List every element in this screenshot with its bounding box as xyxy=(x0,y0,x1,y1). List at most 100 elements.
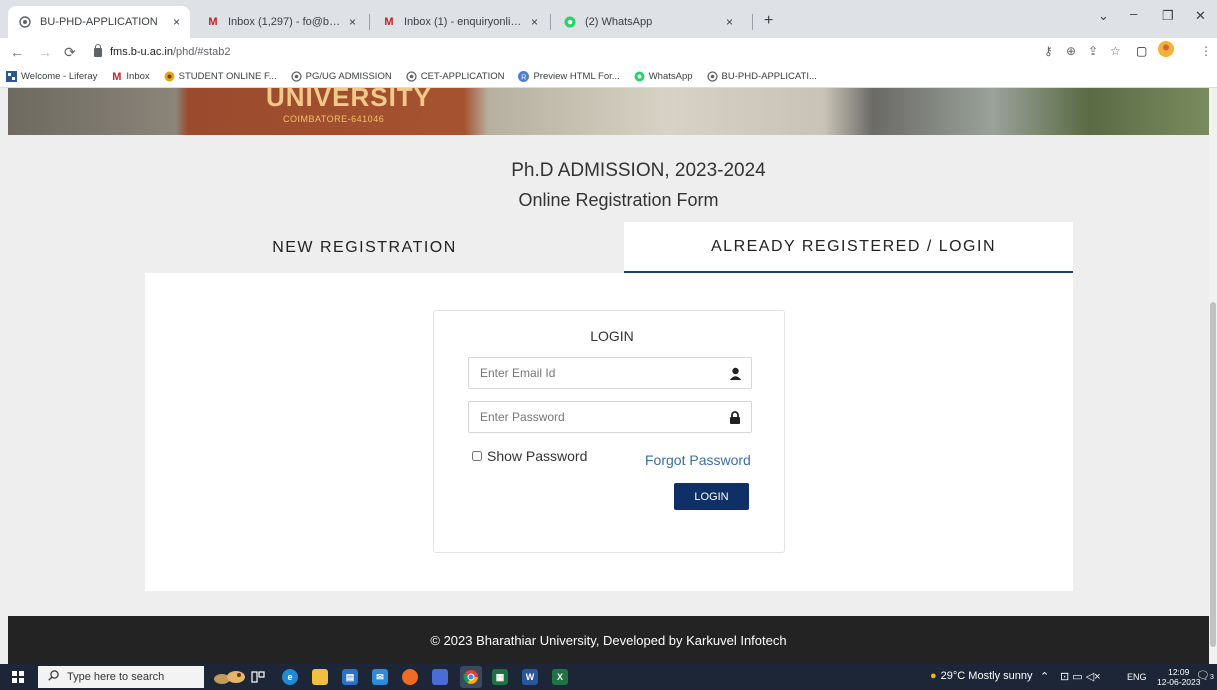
tab-label: Inbox (1,297) - fo@buc.edu.in - E xyxy=(228,16,343,28)
bookmark-label: BU-PHD-APPLICATI... xyxy=(721,71,817,82)
tray-icons[interactable]: ⊡ ▭ ◁× xyxy=(1060,670,1101,683)
url-host: fms.b-u.ac.in xyxy=(110,46,173,58)
browser-tab-whatsapp[interactable]: (2) WhatsApp × xyxy=(553,6,743,38)
bookmark-pg-ug-admission[interactable]: PG/UG ADMISSION xyxy=(291,71,392,82)
forward-arrow-icon[interactable]: → xyxy=(38,44,52,60)
preview-icon: R xyxy=(518,71,530,82)
minimize-window-icon[interactable]: – xyxy=(1130,6,1137,21)
bookmark-welcome-liferay[interactable]: Welcome - Liferay xyxy=(6,71,97,82)
bookmark-label: Preview HTML For... xyxy=(533,71,620,82)
search-highlight-icon[interactable] xyxy=(212,669,246,685)
browser-menu-icon[interactable]: ⋮ xyxy=(1200,44,1212,58)
excel-icon[interactable]: X xyxy=(552,669,568,685)
chrome-globe-icon xyxy=(18,15,32,29)
store-icon[interactable]: ▤ xyxy=(342,669,358,685)
page-heading: Ph.D ADMISSION, 2023-2024 Online Registr… xyxy=(0,160,1217,211)
banner-city-text: COIMBATORE-641046 xyxy=(283,114,385,124)
language-indicator[interactable]: ENG xyxy=(1127,672,1147,682)
word-icon[interactable]: W xyxy=(522,669,538,685)
calculator-icon[interactable]: ▦ xyxy=(492,669,508,685)
side-panel-icon[interactable]: ▢ xyxy=(1136,44,1147,58)
notifications-icon[interactable]: 🗨3 xyxy=(1196,669,1214,682)
edge-browser-icon[interactable]: e xyxy=(282,669,298,685)
windows-start-icon[interactable] xyxy=(12,671,24,683)
tab-divider xyxy=(752,14,753,30)
browser-tab-bu-phd[interactable]: BU-PHD-APPLICATION × xyxy=(8,6,190,38)
password-input[interactable] xyxy=(469,402,723,432)
footer-copyright: © 2023 Bharathiar University, Developed … xyxy=(430,632,787,648)
address-bar[interactable]: fms.b-u.ac.in/phd/#stab2 xyxy=(94,41,1034,63)
bookmarks-bar: Welcome - Liferay M Inbox STUDENT ONLINE… xyxy=(0,66,1217,88)
bookmark-inbox[interactable]: M Inbox xyxy=(111,71,150,83)
bookmark-label: PG/UG ADMISSION xyxy=(305,71,392,82)
share-icon[interactable]: ⇪ xyxy=(1088,44,1098,58)
zoom-icon[interactable]: ⊕ xyxy=(1066,44,1076,58)
chrome-globe-icon xyxy=(406,71,417,82)
notification-bubble-icon: 🗨 xyxy=(1196,670,1210,682)
back-arrow-icon[interactable]: ← xyxy=(10,44,24,60)
password-key-icon[interactable]: ⚷ xyxy=(1044,44,1053,58)
tab-search-chevron-icon[interactable]: ⌄ xyxy=(1098,8,1109,24)
forgot-password-link[interactable]: Forgot Password xyxy=(645,452,751,468)
new-tab-button[interactable]: + xyxy=(764,12,773,30)
mail-icon[interactable]: ✉ xyxy=(372,669,388,685)
restore-window-icon[interactable]: ❐ xyxy=(1162,8,1174,24)
browser-tab-strip: BU-PHD-APPLICATION × M Inbox (1,297) - f… xyxy=(0,0,1217,38)
tab-new-registration[interactable]: NEW REGISTRATION xyxy=(145,222,624,273)
reload-icon[interactable]: ⟳ xyxy=(64,44,76,61)
file-explorer-icon[interactable] xyxy=(312,669,328,685)
svg-text:R: R xyxy=(522,74,527,81)
registration-tabs: NEW REGISTRATION ALREADY REGISTERED / LO… xyxy=(145,222,1073,273)
login-heading: LOGIN xyxy=(590,328,634,344)
tray-chevron-icon[interactable]: ⌃ xyxy=(1040,670,1049,683)
weather-text: 29°C Mostly sunny xyxy=(940,670,1033,682)
firefox-icon[interactable] xyxy=(402,669,418,685)
tab-label: (2) WhatsApp xyxy=(585,16,653,28)
taskbar-clock[interactable]: 12:09 12-06-2023 xyxy=(1157,667,1200,687)
banner-university-text: UNIVERSITY xyxy=(266,88,433,112)
close-window-icon[interactable]: ✕ xyxy=(1195,8,1206,24)
browser-tab-inbox-fo[interactable]: M Inbox (1,297) - fo@buc.edu.in - E × xyxy=(196,6,366,38)
weather-sun-icon: ● xyxy=(930,670,937,682)
tab-close-icon[interactable]: × xyxy=(173,15,180,29)
user-icon xyxy=(723,367,747,380)
whatsapp-icon xyxy=(634,71,645,82)
scrollbar-thumb[interactable] xyxy=(1210,302,1216,647)
lock-icon xyxy=(94,43,102,57)
bookmark-preview-html[interactable]: R Preview HTML For... xyxy=(518,71,620,82)
email-input[interactable] xyxy=(469,358,723,388)
show-password-label: Show Password xyxy=(487,448,588,464)
login-button[interactable]: LOGIN xyxy=(674,483,749,510)
tab-already-registered-login[interactable]: ALREADY REGISTERED / LOGIN xyxy=(624,222,1073,273)
show-password-option[interactable]: Show Password xyxy=(472,448,587,464)
bookmark-star-icon[interactable]: ☆ xyxy=(1110,44,1121,58)
page-viewport: UNIVERSITY COIMBATORE-641046 Ph.D ADMISS… xyxy=(0,88,1217,664)
tab-label: BU-PHD-APPLICATION xyxy=(40,16,158,28)
taskbar-search-box[interactable]: Type here to search xyxy=(38,666,204,688)
whatsapp-icon xyxy=(563,15,577,29)
app-icon[interactable] xyxy=(432,669,448,685)
browser-tab-inbox-enquiry[interactable]: M Inbox (1) - enquiryonlinepay@bu × xyxy=(372,6,548,38)
page-scrollbar[interactable] xyxy=(1209,88,1217,664)
bookmark-whatsapp[interactable]: WhatsApp xyxy=(634,71,693,82)
bookmark-label: Welcome - Liferay xyxy=(21,71,98,82)
windows-taskbar: Type here to search e ▤ ✉ ▦ W X ● 29°C Mo… xyxy=(0,664,1217,690)
taskbar-search-placeholder: Type here to search xyxy=(67,671,165,683)
bookmark-student-online[interactable]: STUDENT ONLINE F... xyxy=(164,71,277,82)
profile-avatar-icon[interactable] xyxy=(1158,41,1174,60)
tab-close-icon[interactable]: × xyxy=(726,15,733,29)
chrome-taskbar-icon[interactable] xyxy=(460,666,482,688)
weather-widget[interactable]: ● 29°C Mostly sunny xyxy=(930,670,1032,682)
login-tab-panel: LOGIN Show Password Forgot Password LOGI… xyxy=(145,273,1073,591)
login-form: LOGIN Show Password Forgot Password LOGI… xyxy=(433,310,785,553)
browser-toolbar: ← → ⟳ fms.b-u.ac.in/phd/#stab2 xyxy=(0,38,1217,66)
tab-close-icon[interactable]: × xyxy=(349,15,356,29)
bookmark-bu-phd-application[interactable]: BU-PHD-APPLICATI... xyxy=(706,71,817,82)
url-path: /phd/#stab2 xyxy=(172,46,231,58)
email-field xyxy=(468,357,752,389)
bookmark-label: Inbox xyxy=(126,71,150,82)
bookmark-cet-application[interactable]: CET-APPLICATION xyxy=(406,71,504,82)
show-password-checkbox[interactable] xyxy=(472,451,482,461)
tab-close-icon[interactable]: × xyxy=(531,15,538,29)
task-view-icon[interactable] xyxy=(250,669,266,685)
